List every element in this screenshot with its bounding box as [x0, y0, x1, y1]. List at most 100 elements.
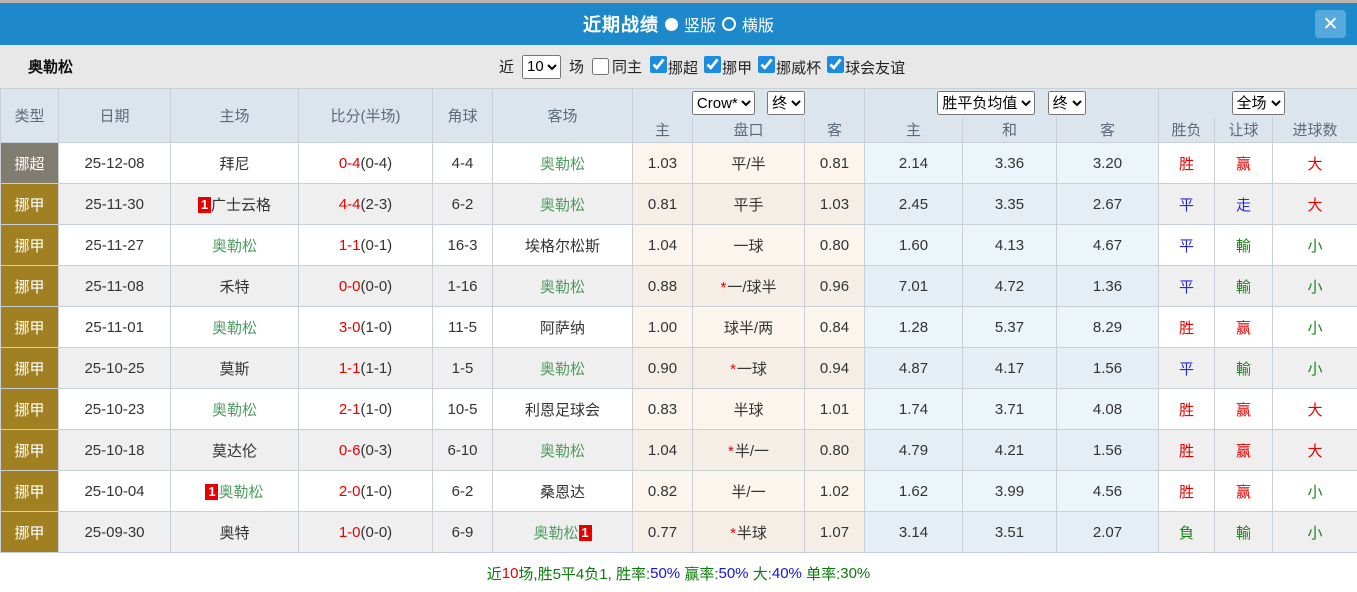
col-header-result-handicap: 让球 [1214, 117, 1274, 143]
table-row: 挪甲 25-09-30 奥特 1-0(0-0) 6-9 奥勒松 1 0.77 *半球 1.07 3.… [0, 511, 1357, 553]
cell-away-team: 奥勒松 [492, 142, 633, 184]
col-header-odds-home: 主 [632, 117, 693, 143]
league-checkbox-1[interactable] [704, 55, 722, 73]
summary-segment: 赢率: [680, 565, 719, 583]
cell-home-team: 1 奥勒松 [170, 470, 299, 512]
cell-league-type: 挪超 [0, 142, 59, 184]
scope-select[interactable]: 全场 [1231, 91, 1285, 116]
cell-result-handicap: 赢 [1214, 470, 1274, 512]
table-row: 挪甲 25-10-04 1 奥勒松 2-0(1-0) 6-2 桑恩达 0.82 半/一 1.02 1… [0, 470, 1357, 512]
same-home-label[interactable]: 同主 [612, 56, 642, 77]
cell-result-wdl: 平 [1158, 224, 1216, 266]
cell-result-handicap: 輸 [1214, 511, 1274, 553]
col-header-handicap: 盘口 [692, 117, 805, 143]
titlebar: 近期战绩 竖版 横版 ✕ [0, 3, 1357, 45]
cell-result-goals: 小 [1272, 265, 1357, 307]
radio-horizontal-label[interactable]: 横版 [742, 12, 774, 36]
cell-result-handicap: 赢 [1214, 429, 1274, 471]
cell-handicap: 球半/两 [692, 306, 805, 348]
cell-score: 4-4(2-3) [298, 183, 433, 225]
cell-result-goals: 大 [1272, 142, 1357, 184]
handicap-change-star: * [730, 524, 736, 542]
summary-segment: 胜率: [615, 565, 651, 583]
cell-odds-away: 0.84 [803, 306, 866, 348]
cell-odds-away: 1.01 [803, 388, 866, 430]
avg-time-select[interactable]: 终 [1047, 91, 1086, 116]
cell-home-team: 奥勒松 [170, 306, 299, 348]
same-home-checkbox[interactable] [592, 58, 610, 75]
team-label: 拜尼 [219, 155, 250, 173]
cell-result-handicap: 赢 [1214, 142, 1274, 184]
cell-league-type: 挪甲 [0, 511, 59, 553]
team-label: 桑恩达 [539, 483, 585, 501]
league-checkbox-2[interactable] [758, 55, 776, 73]
cell-score: 3-0(1-0) [298, 306, 433, 348]
league-label-3[interactable]: 球会友谊 [845, 60, 905, 77]
col-header-home: 主场 [170, 88, 299, 143]
cell-odds-away: 1.03 [803, 183, 866, 225]
cell-avg-away: 2.07 [1056, 511, 1160, 553]
cell-score: 1-0(0-0) [298, 511, 433, 553]
cell-home-team: 拜尼 [170, 142, 299, 184]
league-label-2[interactable]: 挪威杯 [776, 60, 821, 77]
col-header-type: 类型 [0, 88, 59, 143]
team-label: 奥勒松 [533, 524, 579, 542]
cell-odds-home: 0.81 [632, 183, 693, 225]
team-label: 奥勒松 [211, 319, 257, 337]
filters-group: 近 10 场 同主 挪超 挪甲 挪威杯 球会友谊 [499, 45, 905, 88]
radio-horizontal-layout[interactable] [722, 17, 736, 31]
cell-avg-away: 1.36 [1056, 265, 1160, 307]
cell-odds-away: 0.80 [803, 224, 866, 266]
results-table: 类型 日期 主场 比分(半场) 角球 客场 Crow* 终 胜平负均值 终 全场… [0, 88, 1357, 553]
league-label-1[interactable]: 挪甲 [722, 60, 752, 77]
summary-segment: 单率: [801, 565, 841, 583]
col-header-corner: 角球 [432, 88, 493, 143]
cell-result-goals: 小 [1272, 470, 1357, 512]
cell-avg-away: 8.29 [1056, 306, 1160, 348]
summary-segment: 50% [650, 564, 681, 582]
cell-odds-home: 0.82 [632, 470, 693, 512]
cell-result-wdl: 平 [1158, 347, 1216, 389]
cell-result-handicap: 赢 [1214, 306, 1274, 348]
team-label: 利恩足球会 [524, 401, 600, 419]
bookmaker-select[interactable]: Crow* [691, 91, 755, 116]
league-checkbox-0[interactable] [650, 55, 668, 73]
handicap-change-star: * [720, 278, 727, 296]
radio-vertical-label[interactable]: 竖版 [684, 12, 716, 36]
cell-league-type: 挪甲 [0, 470, 59, 512]
cell-result-goals: 小 [1272, 224, 1357, 266]
cell-away-team: 奥勒松 1 [492, 511, 633, 553]
summary-line: 近 10 场,胜5平4负1, 胜率: 50% 赢率: 50% 大: 40% 单率: 30% [0, 553, 1357, 592]
cell-odds-away: 0.80 [803, 429, 866, 471]
cell-odds-home: 0.83 [632, 388, 693, 430]
cell-avg-away: 4.08 [1056, 388, 1160, 430]
close-icon[interactable]: ✕ [1315, 10, 1346, 38]
bookmaker-time-select[interactable]: 终 [767, 91, 806, 116]
cell-handicap: *半球 [692, 511, 805, 553]
avg-type-select[interactable]: 胜平负均值 [937, 91, 1036, 116]
team-label: 奥勒松 [539, 360, 585, 378]
table-row: 挪甲 25-11-30 1 广士云格 4-4(2-3) 6-2 奥勒松 0.81 平手 1.03 2… [0, 183, 1357, 225]
cell-corner: 10-5 [432, 388, 493, 430]
cell-date: 25-10-23 [58, 388, 171, 430]
cell-avg-home: 2.45 [864, 183, 964, 225]
cell-avg-home: 4.87 [864, 347, 964, 389]
cell-odds-away: 1.02 [803, 470, 866, 512]
summary-segment: 大: [748, 565, 772, 583]
cell-result-wdl: 平 [1158, 183, 1216, 225]
league-checkbox-3[interactable] [827, 55, 845, 73]
match-count-select[interactable]: 10 [522, 54, 562, 79]
cell-result-wdl: 胜 [1158, 142, 1216, 184]
avg-select-group: 胜平负均值 终 [864, 88, 1160, 118]
radio-vertical-layout[interactable] [664, 17, 678, 31]
cell-corner: 16-3 [432, 224, 493, 266]
cell-handicap: *半/一 [692, 429, 805, 471]
league-label-0[interactable]: 挪超 [668, 60, 698, 77]
team-label: 奥勒松 [539, 278, 585, 296]
summary-segment: 近 [486, 565, 502, 583]
cell-away-team: 阿萨纳 [492, 306, 633, 348]
cell-date: 25-11-01 [58, 306, 171, 348]
filter-bar: 奥勒松 近 10 场 同主 挪超 挪甲 挪威杯 球会友谊 [0, 45, 1357, 88]
cell-handicap: 半球 [692, 388, 805, 430]
cell-home-team: 奥特 [170, 511, 299, 553]
